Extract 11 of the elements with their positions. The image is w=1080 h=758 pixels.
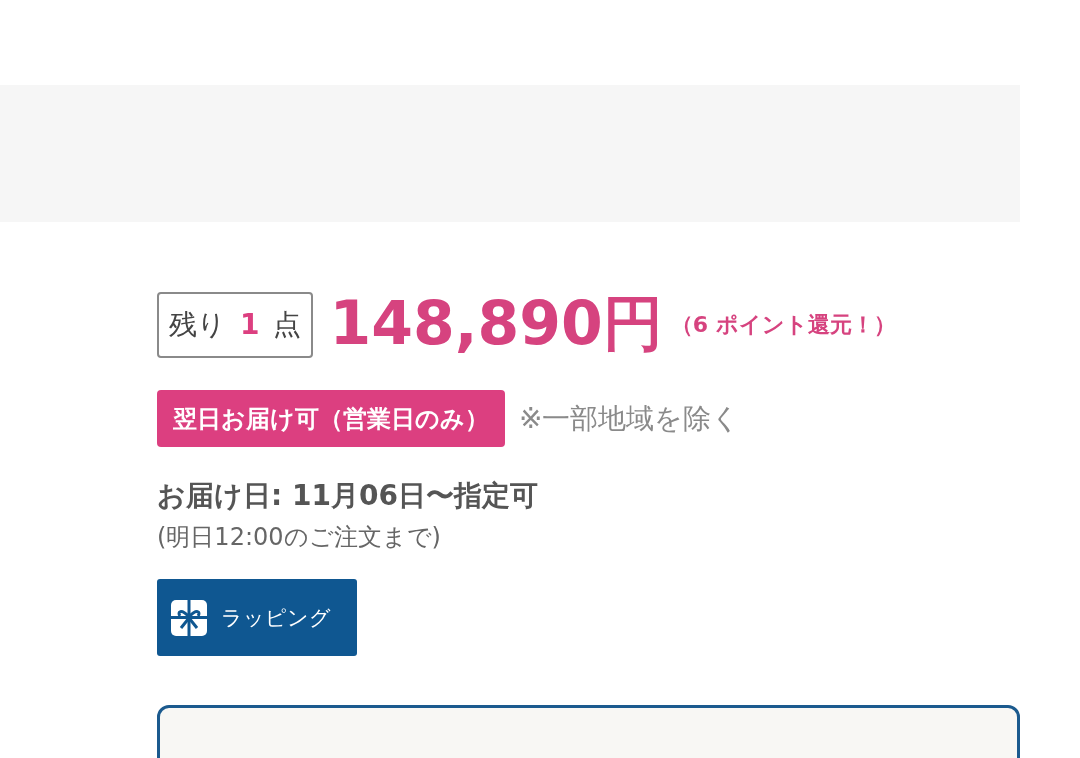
delivery-date: お届け日: 11月06日〜指定可 — [157, 478, 539, 514]
price: 148,890円 — [329, 287, 663, 360]
stock-label: 残り — [169, 306, 226, 343]
order-deadline: (明日12:00のご注文まで) — [157, 522, 442, 553]
next-day-badge: 翌日お届け可（営業日のみ） — [157, 390, 505, 447]
wrapping-button[interactable]: ラッピング — [157, 579, 357, 656]
stock-unit: 点 — [273, 306, 302, 343]
stock-count: 1 — [240, 308, 260, 341]
region-note: ※一部地域を除く — [519, 400, 741, 437]
gift-icon — [171, 599, 207, 636]
points-text: （6 ポイント還元！） — [670, 310, 896, 339]
